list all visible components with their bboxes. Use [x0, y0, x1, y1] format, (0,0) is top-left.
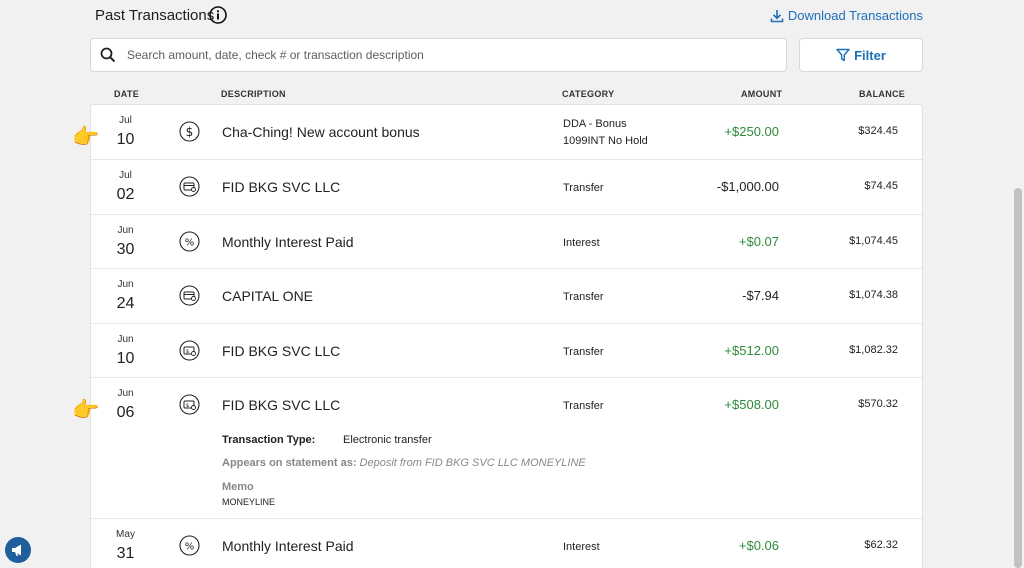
row-category: Transfer — [563, 346, 604, 358]
pointing-hand-icon: 👉 — [72, 397, 100, 422]
transactions-header: Past Transactions Download Transactions — [95, 6, 923, 28]
memo-label: Memo — [222, 481, 254, 493]
page-title: Past Transactions — [95, 7, 215, 24]
table-row[interactable]: Jul 10 $ Cha-Ching! New account bonus DD… — [91, 105, 922, 160]
column-header-description[interactable]: DESCRIPTION — [221, 89, 286, 99]
row-amount: -$1,000.00 — [716, 179, 779, 194]
svg-text:%: % — [185, 542, 195, 553]
table-row[interactable]: Jun 10 $ FID BKG SVC LLC Transfer +$512.… — [91, 324, 922, 378]
scrollbar[interactable] — [1013, 0, 1024, 568]
row-category-line1: DDA - Bonus — [563, 118, 627, 130]
row-month: Jun — [117, 279, 134, 290]
search-icon — [100, 47, 116, 63]
row-balance: $1,074.45 — [849, 235, 898, 247]
svg-text:%: % — [185, 238, 195, 249]
transfer-icon — [179, 285, 200, 306]
statement-label: Appears on statement as: — [222, 457, 357, 469]
svg-text:$: $ — [186, 349, 190, 355]
transactions-table: Jul 10 $ Cha-Ching! New account bonus DD… — [90, 104, 923, 568]
row-amount: -$7.94 — [742, 288, 779, 303]
row-day: 10 — [116, 131, 135, 148]
transaction-type-value: Electronic transfer — [343, 434, 432, 446]
row-day: 10 — [116, 350, 135, 367]
search-input[interactable] — [127, 45, 767, 65]
statement-description: Appears on statement as: Deposit from FI… — [222, 457, 586, 469]
megaphone-icon — [12, 544, 21, 556]
row-description: FID BKG SVC LLC — [222, 179, 341, 195]
table-row[interactable]: May 31 % Monthly Interest Paid Interest … — [91, 519, 922, 568]
row-balance: $570.32 — [858, 398, 898, 410]
column-header-date[interactable]: DATE — [114, 89, 139, 99]
row-balance: $74.45 — [864, 180, 898, 192]
pointing-hand-icon: 👉 — [72, 124, 100, 149]
row-day: 30 — [116, 241, 135, 258]
svg-text:$: $ — [186, 403, 190, 409]
filter-button[interactable]: Filter — [799, 38, 923, 72]
deposit-icon: $ — [179, 340, 200, 361]
row-category-line2: 1099INT No Hold — [563, 135, 648, 147]
row-description: CAPITAL ONE — [222, 288, 314, 304]
row-category: Interest — [563, 237, 600, 249]
row-description: Cha-Ching! New account bonus — [222, 124, 420, 140]
statement-value: Deposit from FID BKG SVC LLC MONEYLINE — [359, 457, 586, 469]
row-day: 24 — [116, 295, 135, 312]
row-balance: $1,082.32 — [849, 344, 898, 356]
download-icon — [770, 9, 784, 22]
row-amount: +$0.07 — [738, 234, 779, 249]
row-balance: $62.32 — [864, 539, 898, 551]
row-description: FID BKG SVC LLC — [222, 397, 341, 413]
percent-icon: % — [179, 231, 200, 252]
deposit-icon: $ — [179, 394, 200, 415]
table-row[interactable]: Jun 24 CAPITAL ONE Transfer -$7.94 $1,07… — [91, 269, 922, 324]
column-header-amount[interactable]: AMOUNT — [741, 89, 782, 99]
table-row[interactable]: Jun 30 % Monthly Interest Paid Interest … — [91, 215, 922, 269]
download-label: Download Transactions — [787, 8, 923, 23]
row-amount: +$512.00 — [724, 343, 779, 358]
table-row[interactable]: Jul 02 FID BKG SVC LLC Transfer -$1,000.… — [91, 160, 922, 215]
row-month: Jul — [119, 170, 132, 181]
feedback-button[interactable] — [5, 537, 31, 563]
column-header-category[interactable]: CATEGORY — [562, 89, 614, 99]
memo-value: MONEYLINE — [222, 497, 276, 507]
row-day: 02 — [116, 186, 135, 203]
row-category: Interest — [563, 541, 600, 553]
row-month: May — [116, 529, 135, 540]
filter-icon — [836, 48, 850, 62]
row-balance: $1,074.38 — [849, 289, 898, 301]
row-category: Transfer — [563, 400, 604, 412]
row-amount: +$508.00 — [724, 397, 779, 412]
row-month: Jun — [117, 334, 134, 345]
transfer-icon — [179, 176, 200, 197]
row-description: Monthly Interest Paid — [222, 538, 354, 554]
percent-icon: % — [179, 535, 200, 556]
transaction-type-label: Transaction Type: — [222, 434, 316, 446]
row-description: FID BKG SVC LLC — [222, 343, 341, 359]
row-amount: +$250.00 — [724, 124, 779, 139]
row-category: Transfer — [563, 291, 604, 303]
column-header-balance[interactable]: BALANCE — [859, 89, 905, 99]
row-month: Jul — [119, 115, 132, 126]
svg-text:$: $ — [186, 125, 194, 139]
row-category: DDA - Bonus 1099INT No Hold — [563, 116, 648, 150]
row-day: 06 — [116, 404, 135, 421]
row-day: 31 — [116, 545, 135, 562]
filter-label: Filter — [854, 47, 886, 63]
table-row-expanded[interactable]: Jun 06 $ FID BKG SVC LLC Transfer +$508.… — [91, 378, 922, 519]
download-transactions-link[interactable]: Download Transactions — [770, 8, 923, 23]
row-amount: +$0.06 — [738, 538, 779, 553]
row-balance: $324.45 — [858, 125, 898, 137]
row-month: Jun — [117, 388, 134, 399]
info-icon[interactable] — [209, 6, 227, 24]
scrollbar-thumb[interactable] — [1014, 188, 1022, 568]
row-month: Jun — [117, 225, 134, 236]
row-category: Transfer — [563, 182, 604, 194]
row-description: Monthly Interest Paid — [222, 234, 354, 250]
search-box — [90, 38, 787, 72]
dollar-circle-icon: $ — [179, 121, 200, 142]
